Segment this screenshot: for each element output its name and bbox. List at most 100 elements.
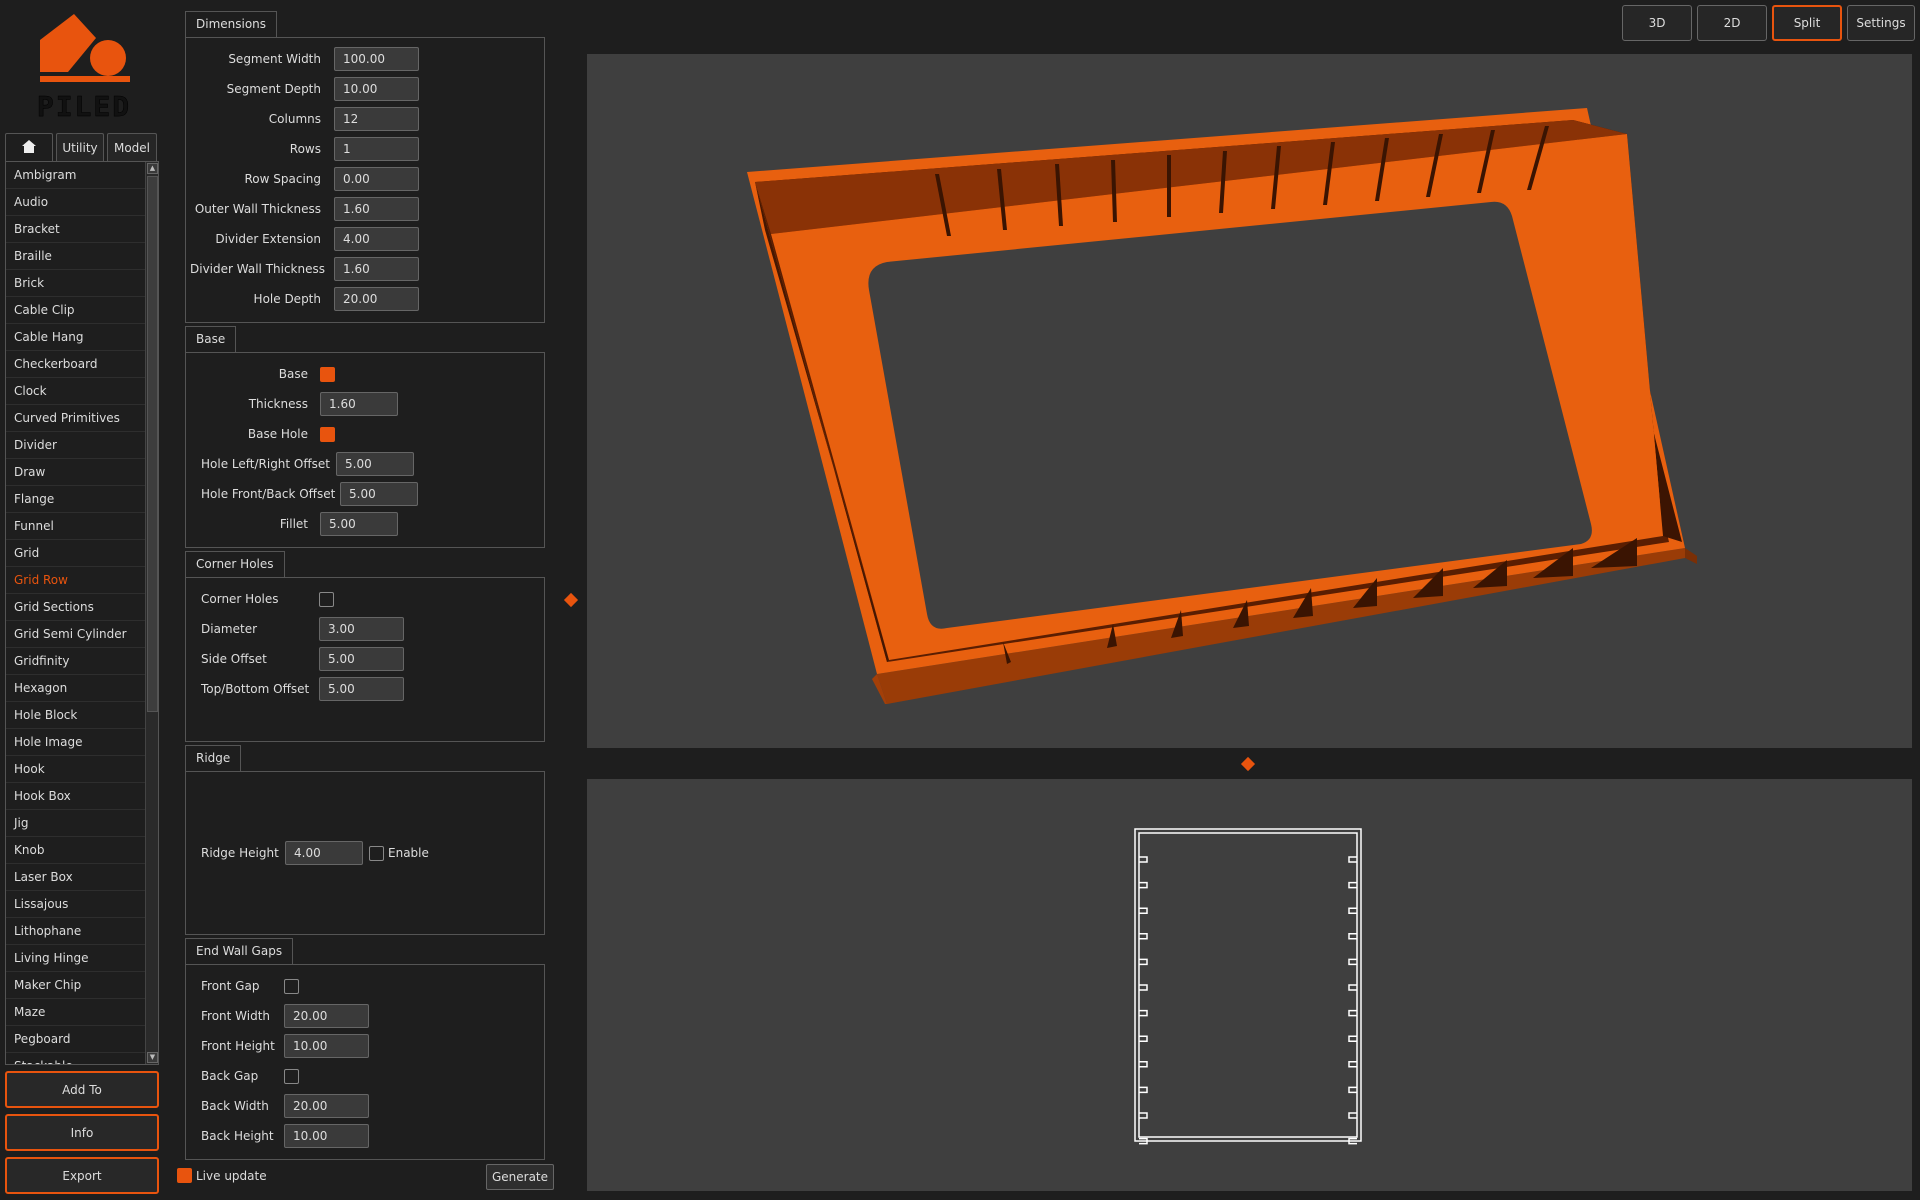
add-to-button[interactable]: Add To <box>5 1071 159 1108</box>
view-split-button[interactable]: Split <box>1772 5 1842 41</box>
base-checkbox[interactable] <box>320 366 335 382</box>
list-item-living-hinge[interactable]: Living Hinge <box>6 945 146 972</box>
list-item-maze[interactable]: Maze <box>6 999 146 1026</box>
list-item-braille[interactable]: Braille <box>6 243 146 270</box>
front-gap-checkbox[interactable] <box>284 978 299 994</box>
viewport-3d[interactable] <box>587 54 1912 748</box>
back-width-field[interactable]: 20.00 <box>284 1094 369 1118</box>
app-logo: PILED <box>34 14 134 123</box>
hole-depth-field[interactable]: 20.00 <box>334 287 419 311</box>
list-item-flange[interactable]: Flange <box>6 486 146 513</box>
list-item-grid-row[interactable]: Grid Row <box>6 567 146 594</box>
list-scrollbar[interactable]: ▲ ▼ <box>145 162 158 1064</box>
list-item-grid[interactable]: Grid <box>6 540 146 567</box>
list-item-brick[interactable]: Brick <box>6 270 146 297</box>
base-hole-checkbox[interactable] <box>320 426 335 442</box>
list-item-clock[interactable]: Clock <box>6 378 146 405</box>
list-item-laser-box[interactable]: Laser Box <box>6 864 146 891</box>
tb-offset-field[interactable]: 5.00 <box>319 677 404 701</box>
list-item-cable-clip[interactable]: Cable Clip <box>6 297 146 324</box>
fillet-field[interactable]: 5.00 <box>320 512 398 536</box>
divider-wall-thickness-label: Divider Wall Thickness <box>190 262 325 276</box>
segment-depth-field[interactable]: 10.00 <box>334 77 419 101</box>
view-2d-button[interactable]: 2D <box>1697 5 1767 41</box>
scroll-down-icon[interactable]: ▼ <box>147 1052 158 1063</box>
list-item-maker-chip[interactable]: Maker Chip <box>6 972 146 999</box>
info-button[interactable]: Info <box>5 1114 159 1151</box>
ridge-height-field[interactable]: 4.00 <box>285 841 363 865</box>
divider-tick-right <box>1348 933 1357 940</box>
list-item-curved-primitives[interactable]: Curved Primitives <box>6 405 146 432</box>
corner-holes-checkbox[interactable] <box>319 591 334 607</box>
fillet-label: Fillet <box>279 517 308 531</box>
list-item-checkerboard[interactable]: Checkerboard <box>6 351 146 378</box>
list-item-lithophane[interactable]: Lithophane <box>6 918 146 945</box>
back-gap-checkbox[interactable] <box>284 1068 299 1084</box>
viewport-2d[interactable] <box>587 779 1912 1191</box>
scroll-thumb[interactable] <box>147 176 158 712</box>
list-item-stackable[interactable]: Stackable <box>6 1053 146 1064</box>
horizontal-splitter-handle[interactable] <box>1240 756 1256 772</box>
ridge-enable-label: Enable <box>388 846 429 860</box>
hole-lr-offset-field[interactable]: 5.00 <box>336 452 414 476</box>
ridge-enable-checkbox[interactable] <box>369 845 384 861</box>
model-list: Ambigram Audio Bracket Braille Brick Cable Cl… <box>5 161 159 1065</box>
list-item-grid-sections[interactable]: Grid Sections <box>6 594 146 621</box>
settings-button[interactable]: Settings <box>1847 5 1915 41</box>
diameter-label: Diameter <box>201 622 258 636</box>
list-item-hole-block[interactable]: Hole Block <box>6 702 146 729</box>
tab-home[interactable] <box>5 133 53 161</box>
hole-fb-offset-field[interactable]: 5.00 <box>340 482 418 506</box>
divider-tick-right <box>1348 856 1357 863</box>
tab-utility[interactable]: Utility <box>56 133 104 161</box>
list-item-grid-semi-cylinder[interactable]: Grid Semi Cylinder <box>6 621 146 648</box>
back-height-field[interactable]: 10.00 <box>284 1124 369 1148</box>
list-item-divider[interactable]: Divider <box>6 432 146 459</box>
list-item-bracket[interactable]: Bracket <box>6 216 146 243</box>
front-height-field[interactable]: 10.00 <box>284 1034 369 1058</box>
generate-button[interactable]: Generate <box>486 1164 554 1190</box>
live-update-option[interactable]: Live update <box>177 1168 267 1183</box>
export-button[interactable]: Export <box>5 1157 159 1194</box>
live-update-label: Live update <box>196 1168 267 1183</box>
list-item-hole-image[interactable]: Hole Image <box>6 729 146 756</box>
list-item-audio[interactable]: Audio <box>6 189 146 216</box>
back-width-label: Back Width <box>201 1099 269 1113</box>
list-item-hexagon[interactable]: Hexagon <box>6 675 146 702</box>
list-item-ambigram[interactable]: Ambigram <box>6 162 146 189</box>
list-item-cable-hang[interactable]: Cable Hang <box>6 324 146 351</box>
segment-width-field[interactable]: 100.00 <box>334 47 419 71</box>
list-item-pegboard[interactable]: Pegboard <box>6 1026 146 1053</box>
divider-tick-left <box>1139 984 1148 991</box>
vertical-splitter-handle[interactable] <box>563 592 579 608</box>
list-item-gridfinity[interactable]: Gridfinity <box>6 648 146 675</box>
columns-field[interactable]: 12 <box>334 107 419 131</box>
list-item-hook[interactable]: Hook <box>6 756 146 783</box>
list-item-draw[interactable]: Draw <box>6 459 146 486</box>
scroll-up-icon[interactable]: ▲ <box>147 163 158 174</box>
thickness-field[interactable]: 1.60 <box>320 392 398 416</box>
divider-tick-right <box>1348 881 1357 889</box>
divider-extension-field[interactable]: 4.00 <box>334 227 419 251</box>
sidebar-tabs: Utility Model <box>5 133 160 161</box>
live-update-checkbox[interactable] <box>177 1168 192 1183</box>
list-item-hook-box[interactable]: Hook Box <box>6 783 146 810</box>
list-item-jig[interactable]: Jig <box>6 810 146 837</box>
ridge-height-label: Ridge Height <box>201 846 279 860</box>
segment-depth-label: Segment Depth <box>226 82 321 96</box>
rows-field[interactable]: 1 <box>334 137 419 161</box>
diameter-field[interactable]: 3.00 <box>319 617 404 641</box>
list-item-lissajous[interactable]: Lissajous <box>6 891 146 918</box>
divider-tick-left <box>1139 933 1148 940</box>
tab-model[interactable]: Model <box>107 133 157 161</box>
front-width-field[interactable]: 20.00 <box>284 1004 369 1028</box>
back-height-label: Back Height <box>201 1129 274 1143</box>
side-offset-field[interactable]: 5.00 <box>319 647 404 671</box>
row-spacing-field[interactable]: 0.00 <box>334 167 419 191</box>
list-item-knob[interactable]: Knob <box>6 837 146 864</box>
divider-wall-thickness-field[interactable]: 1.60 <box>334 257 419 281</box>
view-3d-button[interactable]: 3D <box>1622 5 1692 41</box>
divider-tick-right <box>1348 1061 1357 1068</box>
list-item-funnel[interactable]: Funnel <box>6 513 146 540</box>
outer-wall-thickness-field[interactable]: 1.60 <box>334 197 419 221</box>
